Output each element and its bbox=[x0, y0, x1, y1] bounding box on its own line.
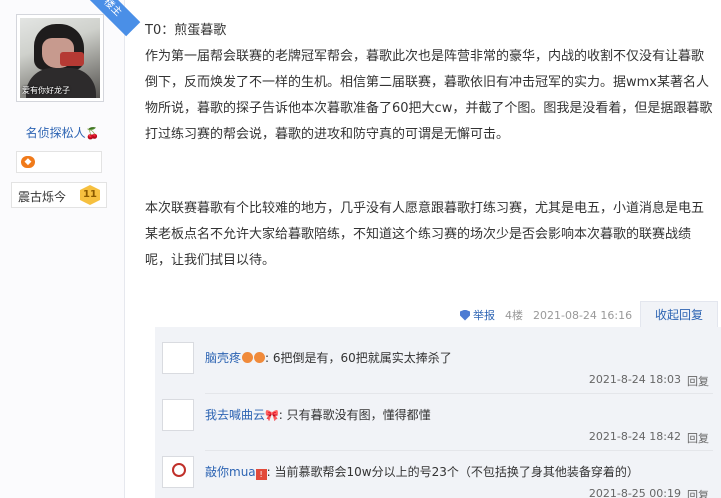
gamepad-icon[interactable]: ◆ bbox=[21, 156, 35, 168]
author-name[interactable]: 名侦探松人 bbox=[26, 126, 86, 140]
author-avatar[interactable]: 爱有你好龙子 bbox=[16, 14, 104, 102]
angry-face-icon bbox=[242, 352, 254, 363]
badge-row: ◆ bbox=[16, 151, 102, 173]
reply-button[interactable]: 回复 bbox=[687, 430, 709, 446]
list-item: 脑壳疼: 6把倒是有，60把就属实太捧杀了 2021-8-24 18:03 回复 bbox=[155, 337, 721, 394]
post-meta: 举报 4楼 2021-08-24 16:16 bbox=[460, 305, 632, 325]
reply-username[interactable]: 我去喊曲云 bbox=[205, 408, 265, 422]
post-timestamp: 2021-08-24 16:16 bbox=[533, 308, 633, 322]
post-content: T0：煎蛋暮歌 作为第一届帮会联赛的老牌冠军帮会，暮歌此次也是阵营非常的豪华，内… bbox=[145, 18, 715, 274]
reply-time: 2021-8-24 18:03 bbox=[588, 373, 681, 386]
shield-icon bbox=[460, 309, 470, 321]
reply-time: 2021-8-24 18:42 bbox=[588, 430, 681, 443]
reply-username[interactable]: 脑壳疼 bbox=[205, 351, 241, 365]
reply-content: 敲你mua!: 当前慕歌帮会10w分以上的号23个（不包括换了身其他装备穿着的） bbox=[205, 465, 639, 480]
reply-list: 脑壳疼: 6把倒是有，60把就属实太捧杀了 2021-8-24 18:03 回复… bbox=[155, 327, 721, 498]
reply-text: 6把倒是有，60把就属实太捧杀了 bbox=[272, 351, 452, 365]
warning-icon: ! bbox=[255, 469, 267, 480]
reply-avatar[interactable] bbox=[162, 399, 194, 431]
reply-content: 我去喊曲云🎀: 只有暮歌没有图，懂得都懂 bbox=[205, 408, 431, 422]
report-label: 举报 bbox=[473, 309, 495, 322]
report-link[interactable]: 举报 bbox=[460, 307, 495, 323]
level-badge: 11 bbox=[80, 185, 100, 205]
level-row[interactable]: 震古烁今 11 bbox=[11, 182, 107, 208]
reply-username[interactable]: 敲你mua bbox=[205, 465, 256, 479]
reply-text: 当前慕歌帮会10w分以上的号23个（不包括换了身其他装备穿着的） bbox=[274, 465, 639, 479]
post-paragraph: 本次联赛暮歌有个比较难的地方，几乎没有人愿意跟暮歌打练习赛，尤其是电五，小道消息… bbox=[145, 201, 705, 268]
reply-button[interactable]: 回复 bbox=[687, 487, 709, 498]
avatar-image: 爱有你好龙子 bbox=[20, 18, 100, 98]
reply-time: 2021-8-25 00:19 bbox=[588, 487, 681, 498]
bow-icon: 🎀 bbox=[265, 409, 279, 422]
author-name-row: 名侦探松人🍒 bbox=[0, 124, 125, 141]
reply-avatar[interactable] bbox=[162, 342, 194, 374]
collapse-replies-button[interactable]: 收起回复 bbox=[640, 301, 718, 328]
floor-number: 4楼 bbox=[505, 309, 523, 322]
cherry-icon: 🍒 bbox=[85, 127, 100, 140]
reply-button[interactable]: 回复 bbox=[687, 373, 709, 389]
post-paragraph: 作为第一届帮会联赛的老牌冠军帮会，暮歌此次也是阵营非常的豪华，内战的收割不仅没有… bbox=[145, 49, 713, 142]
list-item: 我去喊曲云🎀: 只有暮歌没有图，懂得都懂 2021-8-24 18:42 回复 bbox=[155, 394, 721, 451]
reply-text: 只有暮歌没有图，懂得都懂 bbox=[286, 408, 431, 422]
reply-content: 脑壳疼: 6把倒是有，60把就属实太捧杀了 bbox=[205, 351, 452, 365]
reply-avatar[interactable] bbox=[162, 456, 194, 488]
author-panel: 爱有你好龙子 楼主 名侦探松人🍒 ◆ 震古烁今 11 bbox=[0, 0, 141, 498]
level-title: 震古烁今 bbox=[18, 190, 67, 204]
angry-face-icon bbox=[254, 352, 266, 363]
list-item: 敲你mua!: 当前慕歌帮会10w分以上的号23个（不包括换了身其他装备穿着的）… bbox=[155, 451, 721, 498]
post-heading: T0：煎蛋暮歌 bbox=[145, 23, 227, 38]
avatar-caption: 爱有你好龙子 bbox=[22, 86, 70, 95]
